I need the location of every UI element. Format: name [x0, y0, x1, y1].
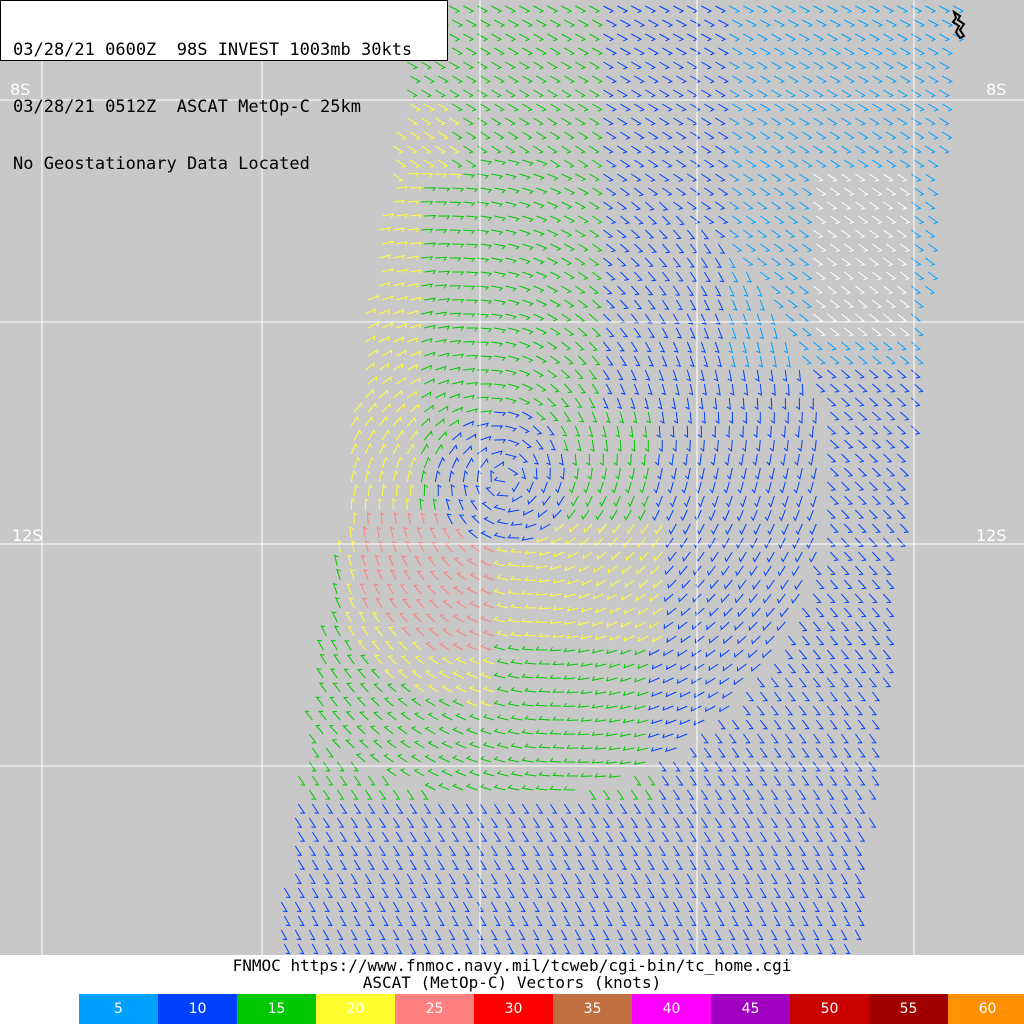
wind-barb	[857, 915, 865, 927]
wind-barb	[885, 663, 895, 674]
wind-barb	[910, 425, 921, 435]
lat-label-12s-left: 12S	[12, 526, 43, 545]
footer-product-line: ASCAT (MetOp-C) Vectors (knots)	[362, 973, 662, 992]
legend-swatch-30: 30	[474, 994, 553, 1024]
fnmoc-logo-icon	[951, 10, 966, 40]
storm-info-line-3: No Geostationary Data Located	[13, 154, 310, 174]
storm-info-box: 03/28/21 0600Z 98S INVEST 1003mb 30kts 0…	[0, 0, 448, 174]
wind-barb	[942, 131, 953, 140]
legend-swatch-5: 5	[79, 994, 158, 1024]
legend-swatch-50: 50	[790, 994, 869, 1024]
wind-barb	[928, 271, 939, 281]
storm-info-line-1: 03/28/21 0600Z 98S INVEST 1003mb 30kts	[13, 40, 413, 60]
legend-swatch-20: 20	[316, 994, 395, 1024]
legend-swatch-55: 55	[869, 994, 948, 1024]
legend-swatch-10: 10	[158, 994, 237, 1024]
footer-source-line: FNMOC https://www.fnmoc.navy.mil/tcweb/c…	[232, 956, 792, 975]
legend-swatch-35: 35	[553, 994, 632, 1024]
lat-label-8s-right: 8S	[986, 80, 1007, 99]
legend-swatch-15: 15	[237, 994, 316, 1024]
legend-swatch-45: 45	[711, 994, 790, 1024]
lat-label-12s-right: 12S	[976, 526, 1007, 545]
wind-barb	[899, 523, 909, 533]
wind-speed-legend: 5 10 15 20 25 30 35 40 45 50 55 60	[79, 994, 1024, 1024]
wind-barb	[868, 817, 877, 828]
storm-info-line-2: 03/28/21 0512Z ASCAT MetOp-C 25km	[13, 97, 361, 117]
legend-swatch-25: 25	[395, 994, 474, 1024]
legend-swatch-60: 60	[948, 994, 1024, 1024]
legend-swatch-40: 40	[632, 994, 711, 1024]
